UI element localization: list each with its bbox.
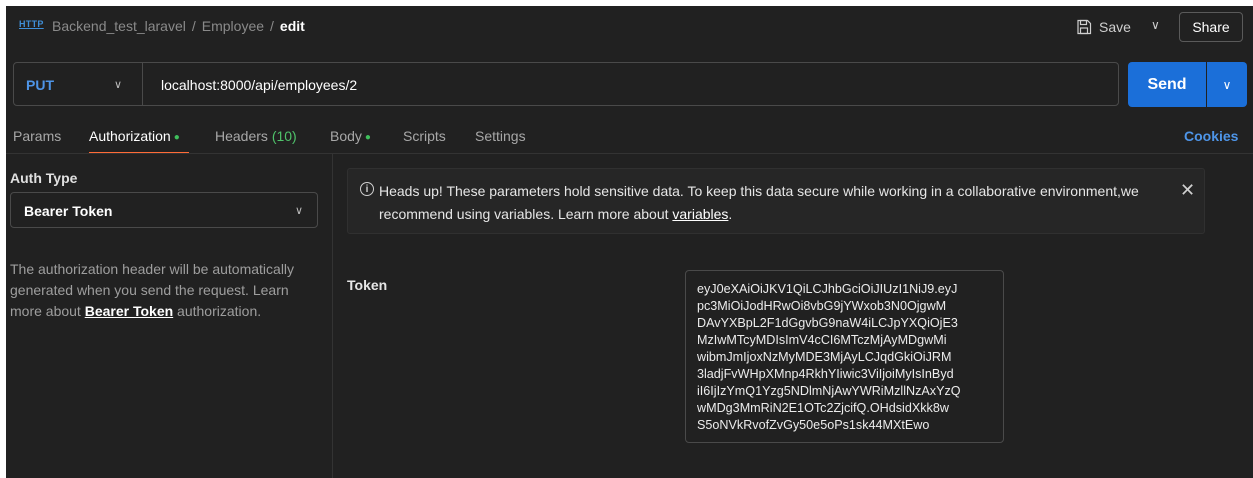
tab-body-label: Body — [330, 128, 362, 144]
request-header: HTTP Backend_test_laravel / Employee / edit … — [6, 6, 1253, 48]
breadcrumb-folder[interactable]: Employee — [202, 18, 264, 34]
save-icon — [1077, 19, 1092, 35]
tab-params[interactable]: Params — [13, 128, 61, 144]
tab-headers-label: Headers — [215, 128, 268, 144]
breadcrumb-separator: / — [191, 18, 196, 34]
request-editor: HTTP Backend_test_laravel / Employee / edit … — [6, 6, 1253, 478]
auth-description: The authorization header will be automat… — [10, 259, 320, 322]
chevron-down-icon: ∨ — [295, 205, 304, 217]
request-url-bar: PUT ∨ localhost:8000/api/employees/2 — [13, 62, 1119, 106]
cookies-link[interactable]: Cookies — [1184, 128, 1238, 144]
panel-divider[interactable] — [332, 154, 333, 478]
request-name[interactable]: edit — [280, 18, 305, 34]
send-button[interactable]: Send — [1128, 62, 1206, 107]
save-button[interactable]: Save — [1076, 14, 1131, 40]
save-label: Save — [1099, 19, 1131, 35]
tab-scripts[interactable]: Scripts — [403, 128, 446, 144]
notice-text: Heads up! These parameters hold sensitiv… — [379, 180, 1179, 226]
sensitive-data-notice: i Heads up! These parameters hold sensit… — [347, 168, 1205, 234]
method-chevron-down-icon[interactable]: ∨ — [114, 78, 122, 91]
tab-headers[interactable]: Headers (10) — [215, 128, 297, 144]
notice-message: Heads up! These parameters hold sensitiv… — [379, 183, 1139, 222]
auth-type-value: Bearer Token — [24, 203, 113, 219]
tab-authorization[interactable]: Authorization ● — [89, 128, 180, 144]
breadcrumb-collection[interactable]: Backend_test_laravel — [52, 18, 186, 34]
auth-description-end: authorization. — [173, 303, 262, 319]
url-input[interactable]: localhost:8000/api/employees/2 — [161, 77, 357, 93]
tab-status-dot: ● — [173, 132, 180, 143]
http-request-icon: HTTP — [19, 19, 44, 29]
save-options-chevron-icon[interactable]: ∨ — [1151, 18, 1160, 32]
breadcrumb-separator: / — [270, 18, 274, 34]
tabs-divider — [6, 153, 1253, 154]
tab-body[interactable]: Body ● — [330, 128, 371, 144]
send-options-chevron-down-icon[interactable]: ∨ — [1207, 62, 1247, 107]
tab-settings[interactable]: Settings — [475, 128, 526, 144]
close-icon[interactable]: ✕ — [1180, 181, 1195, 199]
method-select[interactable]: PUT — [26, 77, 54, 93]
auth-type-label: Auth Type — [10, 170, 78, 186]
token-value: eyJ0eXAiOiJKV1QiLCJhbGciOiJIUzI1NiJ9.eyJ… — [697, 282, 961, 432]
notice-message-end: . — [728, 206, 733, 222]
method-divider — [142, 63, 143, 105]
tab-status-dot: ● — [364, 132, 371, 143]
tab-authorization-label: Authorization — [89, 128, 171, 144]
share-button[interactable]: Share — [1179, 12, 1243, 42]
info-icon: i — [360, 182, 374, 196]
variables-link[interactable]: variables — [672, 206, 728, 222]
breadcrumb: Backend_test_laravel / Employee / edit — [52, 18, 305, 34]
request-tabs: Params Authorization ● Headers (10) Body ●… — [6, 124, 1253, 156]
token-label: Token — [347, 277, 388, 293]
auth-type-select[interactable]: Bearer Token ∨ — [10, 192, 318, 228]
bearer-token-link[interactable]: Bearer Token — [85, 303, 173, 319]
token-input[interactable]: eyJ0eXAiOiJKV1QiLCJhbGciOiJIUzI1NiJ9.eyJ… — [685, 270, 1004, 443]
tab-headers-count: (10) — [271, 128, 297, 144]
